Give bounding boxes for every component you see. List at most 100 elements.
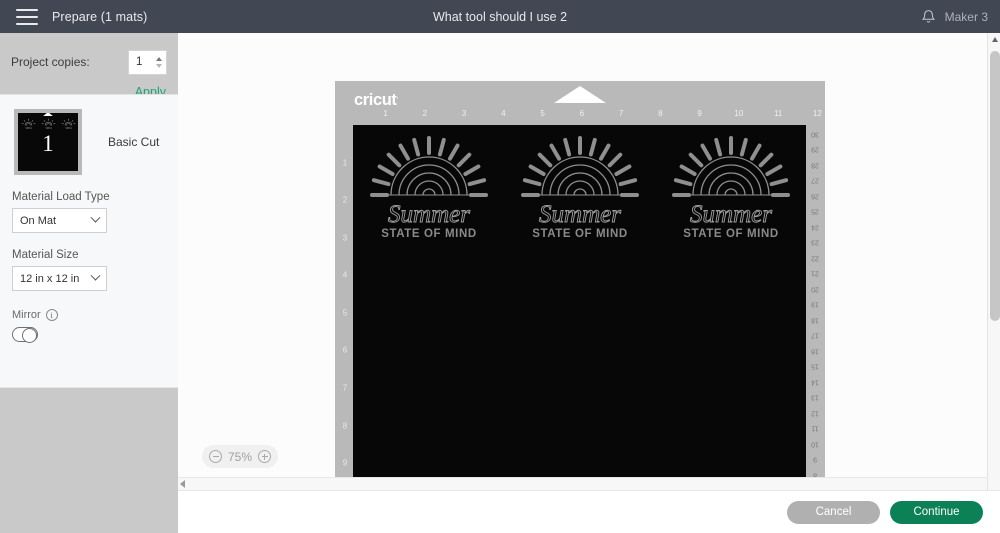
zoom-out-icon[interactable]: [209, 450, 222, 463]
svg-text:SMM: SMM: [65, 127, 72, 130]
design-row: Summer STATE OF MIND Summer STATE OF MIN…: [353, 125, 806, 245]
vertical-scrollbar-thumb[interactable]: [989, 51, 1000, 321]
ruler-tick-label: 10: [734, 109, 744, 118]
top-bar: Prepare (1 mats): [0, 0, 1000, 33]
horizontal-scrollbar[interactable]: [178, 477, 987, 490]
footer-bar: Cancel Continue: [178, 490, 1000, 533]
stepper-arrows: [153, 51, 166, 74]
vertical-scrollbar[interactable]: [987, 33, 1000, 490]
ruler-tick-label: 19: [811, 300, 819, 308]
ruler-tick-label: 4: [501, 109, 506, 118]
ruler-tick-label: 20: [811, 285, 819, 293]
sidebar-footer-filler: [0, 490, 178, 533]
stepper-decrement-icon[interactable]: [155, 63, 162, 68]
ruler-tick-label: 2: [422, 109, 428, 118]
ruler-tick-label: 12: [812, 109, 822, 118]
project-copies-stepper[interactable]: 1: [128, 49, 167, 75]
project-copies-value[interactable]: 1: [129, 56, 153, 68]
material-size-value: 12 in x 12 in: [20, 272, 80, 285]
ruler-tick-label: 28: [811, 161, 819, 169]
ruler-top: 1 2 3 4 5 6 7 8 9 10 11 12: [352, 109, 823, 123]
ruler-tick-label: 2: [342, 195, 348, 205]
cancel-button[interactable]: Cancel: [787, 500, 880, 524]
thumbnail-design-item: SMM: [61, 118, 76, 131]
ruler-tick-label: 7: [342, 383, 348, 393]
ruler-tick-label: 13: [811, 393, 819, 401]
ruler-tick-label: 17: [811, 331, 819, 339]
scroll-left-icon[interactable]: [180, 480, 185, 488]
ruler-tick-label: 23: [811, 238, 819, 246]
ruler-tick-label: 12: [811, 409, 819, 417]
ruler-tick-label: 11: [811, 424, 819, 432]
chevron-down-icon: [90, 212, 101, 223]
svg-text:SMM: SMM: [45, 127, 52, 130]
ruler-tick-label: 4: [342, 270, 348, 280]
ruler-tick-label: 14: [811, 378, 819, 386]
chevron-down-icon: [90, 270, 101, 281]
ruler-tick-label: 8: [342, 421, 348, 431]
material-size-group: Material Size 12 in x 12 in: [0, 249, 178, 291]
ruler-tick-label: 26: [811, 192, 819, 200]
material-size-label: Material Size: [12, 249, 79, 261]
svg-text:SMM: SMM: [25, 127, 32, 130]
stepper-increment-icon[interactable]: [155, 56, 162, 61]
ruler-tick-label: 22: [811, 254, 819, 262]
machine-name-label[interactable]: Maker 3: [945, 10, 988, 24]
material-load-type-label: Material Load Type: [12, 191, 110, 203]
thumbnail-design-item: SMM: [21, 118, 36, 131]
cricut-logo: cricut.: [354, 91, 399, 109]
mat-thumbnail-row[interactable]: SMM SMM SMM 1 Basic Cut: [0, 95, 178, 175]
mirror-toggle-knob: [22, 327, 37, 343]
ruler-tick-label: 3: [342, 233, 348, 243]
cricut-design-space-window: Prepare (1 mats) What tool should I use …: [0, 0, 1000, 533]
mirror-label: Mirror: [12, 309, 41, 321]
mirror-toggle[interactable]: [12, 327, 38, 343]
material-size-select[interactable]: 12 in x 12 in: [12, 266, 107, 291]
continue-button[interactable]: Continue: [890, 500, 983, 524]
mat-number-label: 1: [42, 131, 54, 157]
svg-text:STATE OF MIND: STATE OF MIND: [381, 228, 477, 240]
design-element[interactable]: Summer STATE OF MIND: [666, 133, 796, 245]
svg-text:Summer: Summer: [690, 201, 772, 228]
ruler-tick-label: 15: [811, 362, 819, 370]
ruler-tick-label: 27: [811, 176, 819, 184]
material-load-type-select[interactable]: On Mat: [12, 208, 107, 233]
mat-operation-label: Basic Cut: [108, 135, 160, 149]
info-icon[interactable]: i: [45, 309, 58, 321]
cricut-wordmark: cricut: [354, 91, 397, 109]
project-copies-label: Project copies:: [11, 55, 90, 69]
mat-settings-card: SMM SMM SMM 1 Basic Cut Material Load Ty…: [0, 94, 178, 388]
mirror-header: Mirror i: [12, 309, 166, 321]
mat-surface[interactable]: Summer STATE OF MIND Summer STATE OF MIN…: [353, 125, 806, 490]
top-bar-right-group: Maker 3: [921, 0, 988, 33]
hamburger-menu-icon[interactable]: [16, 8, 38, 25]
zoom-level-label: 75%: [228, 449, 253, 464]
ruler-tick-label: 11: [773, 109, 783, 118]
ruler-tick-label: 24: [811, 223, 819, 231]
ruler-tick-label: 6: [579, 109, 585, 118]
mat-thumbnail-surface: SMM SMM SMM 1: [18, 113, 78, 171]
svg-text:Summer: Summer: [388, 201, 470, 228]
ruler-right: 30 29 28 27 26 25 24 23 22 21 20 19 18 17 16 15 14 13 12 11…: [807, 125, 824, 490]
ruler-tick-label: 9: [342, 458, 348, 468]
zoom-control: 75%: [202, 445, 279, 468]
mat-canvas[interactable]: cricut. 1 2 3 4 5 6 7 8 9 10 11 12 123456789 30 29 28…: [178, 33, 988, 490]
cutting-mat[interactable]: cricut. 1 2 3 4 5 6 7 8 9 10 11 12 123456789 30 29 28…: [335, 81, 825, 490]
svg-text:STATE OF MIND: STATE OF MIND: [683, 228, 779, 240]
ruler-tick-label: 9: [697, 109, 702, 118]
ruler-tick-label: 6: [342, 345, 348, 355]
ruler-tick-label: 7: [618, 109, 624, 118]
scroll-up-icon[interactable]: [988, 33, 1000, 46]
svg-text:Summer: Summer: [539, 201, 621, 228]
design-element[interactable]: Summer STATE OF MIND: [515, 133, 645, 245]
design-element[interactable]: Summer STATE OF MIND: [364, 133, 494, 245]
zoom-in-icon[interactable]: [258, 450, 272, 463]
svg-text:STATE OF MIND: STATE OF MIND: [532, 228, 628, 240]
ruler-tick-label: 5: [342, 308, 348, 318]
bell-icon[interactable]: [921, 9, 936, 25]
ruler-left: 1 2 3 4 5 6 7 8 9: [337, 125, 352, 490]
mat-thumbnail[interactable]: SMM SMM SMM 1: [14, 109, 82, 175]
thumbnail-design-item: SMM: [41, 118, 56, 131]
ruler-tick-label: 30: [811, 130, 819, 138]
ruler-tick-label: 16: [811, 347, 819, 355]
